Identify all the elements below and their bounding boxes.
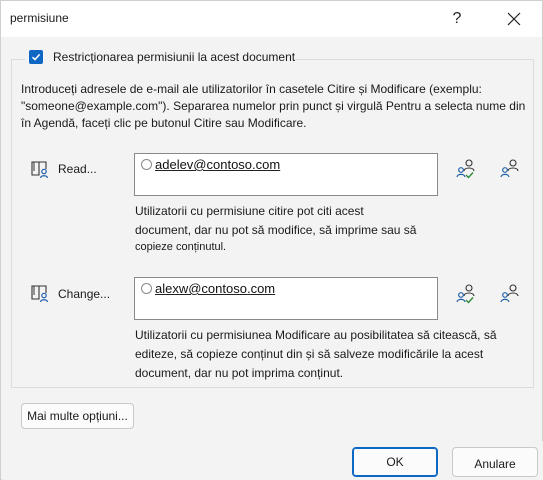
read-users-input[interactable]: adelev@contoso.com [134,153,438,196]
change-user-email[interactable]: alexw@contoso.com [155,281,275,296]
read-permission-icon [30,159,50,182]
more-options-button[interactable]: Mai multe opțiuni... [21,403,134,429]
change-user-radio[interactable] [141,283,152,294]
close-button[interactable] [499,5,529,33]
ok-button[interactable]: OK [352,447,438,477]
address-book-read-button[interactable] [499,158,521,180]
help-button[interactable]: ? [442,5,472,33]
restrict-permission-label: Restricționarea permisiunii la acest doc… [53,50,296,64]
close-icon [507,12,521,26]
read-user-email[interactable]: adelev@contoso.com [155,157,280,172]
change-users-input[interactable]: alexw@contoso.com [134,277,438,320]
read-description-line: Utilizatorii cu permisiune citire pot ci… [135,204,364,218]
change-description-line: Utilizatorii cu permisiunea Modificare a… [135,328,497,342]
dialog-title: permisiune [10,11,69,25]
change-button[interactable]: Change... [58,287,110,301]
read-description-line: copieze conținutul. [135,241,227,253]
check-names-icon [456,284,475,304]
checkmark-icon [31,53,41,61]
check-names-change-button[interactable] [456,283,478,305]
address-book-change-button[interactable] [499,283,521,305]
check-names-read-button[interactable] [456,158,478,180]
permission-dialog: permisiune ? Restricționarea permisiunii… [0,0,543,480]
restrict-permission-checkbox[interactable] [29,50,43,64]
title-bar: permisiune ? [1,1,542,37]
check-names-icon [456,159,475,179]
read-description: Utilizatorii cu permisiune citire pot ci… [135,202,416,255]
cancel-button[interactable]: Anulare [452,447,538,477]
change-description-line: document, dar nu pot imprima conținut. [135,366,344,380]
change-description-line: editeze, să copieze conținut din și să s… [135,347,484,361]
read-description-line: document, dar nu pot să modifice, să imp… [135,223,417,237]
read-button[interactable]: Read... [58,162,97,176]
change-description: Utilizatorii cu permisiunea Modificare a… [135,326,497,383]
address-book-icon [500,284,519,303]
instructions-text: Introduceți adresele de e-mail ale utili… [21,82,526,130]
read-user-radio[interactable] [141,159,152,170]
address-book-icon [500,159,519,178]
change-permission-icon [30,283,50,306]
